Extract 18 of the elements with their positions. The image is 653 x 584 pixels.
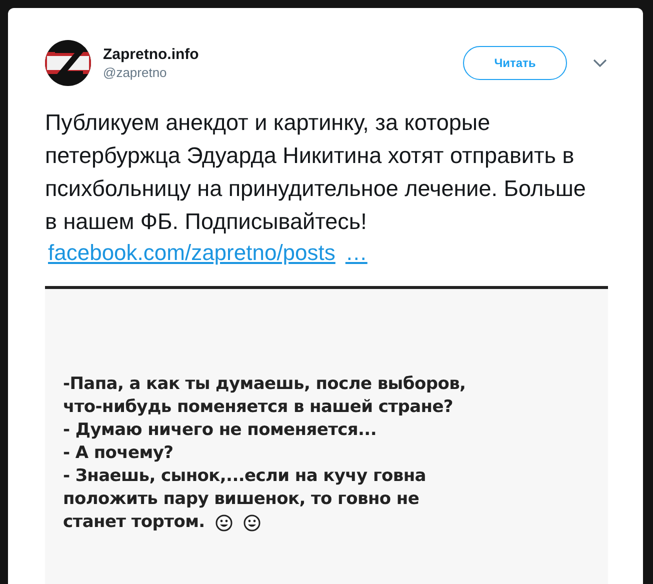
note-text-line: - А почему? [63,442,174,465]
smiley-icon [242,514,261,532]
note-text-line: положить пару вишенок, то говно не [63,488,420,511]
follow-button[interactable]: Читать [463,46,567,80]
note-text-line: - Знаешь, сынок,...если на кучу говна [63,465,427,488]
smiley-icon [214,514,233,532]
embedded-note-image[interactable] [45,286,608,584]
more-link[interactable]: … [345,238,368,268]
post-link[interactable]: facebook.com/zapretno/posts [48,238,336,268]
note-text-line: -Папа, а как ты думаешь, после выборов, [63,373,467,396]
author-name[interactable]: Zapretno.info [103,46,451,63]
tweet-text: Публикуем анекдот и картинку, за которые петербуржца Эдуарда Никитина хотят отправить в психбольницу на принудительное лечение. Больше в нашем ФБ. Подписывайтесь! [45,109,587,236]
note-text-line: что-нибудь поменяется в нашей стране? [63,396,454,419]
note-text-line: - Думаю ничего не поменяется... [63,419,378,442]
chevron-down-icon[interactable] [593,59,607,67]
note-text-line: станет тортом. [63,511,205,534]
author-handle[interactable]: @zapretno [103,65,451,80]
avatar-logo-icon[interactable] [45,40,91,86]
